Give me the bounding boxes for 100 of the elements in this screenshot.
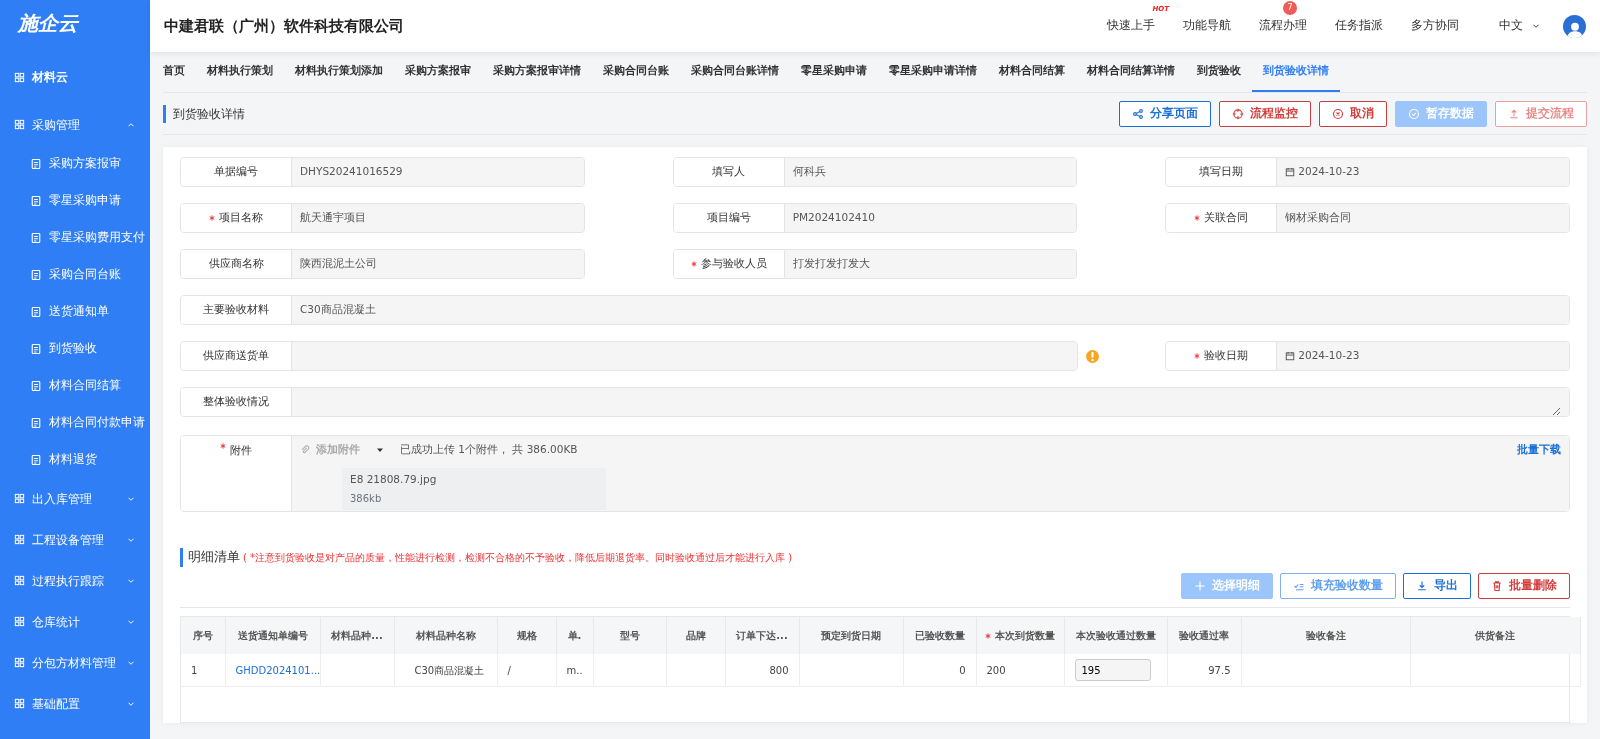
table-link[interactable]: GHDD2024101... <box>235 664 321 676</box>
avatar-icon[interactable] <box>1563 14 1586 38</box>
nav-link[interactable]: 流程办理 <box>1259 18 1307 33</box>
form-field[interactable]: 参与验收人员 打发打发打发大 <box>672 249 1078 279</box>
table-cell: 97.5 <box>1167 653 1241 687</box>
action-button[interactable]: 导出 <box>1403 572 1471 599</box>
menu-group[interactable]: 仓库统计 <box>0 601 150 642</box>
column-header: 品牌 <box>685 629 706 641</box>
grid-icon <box>14 616 25 627</box>
menu-item[interactable]: 采购合同台账 <box>0 256 150 293</box>
nav-link[interactable]: 快速上手 <box>1107 18 1155 33</box>
field-label: 主要验收材料 <box>203 301 269 318</box>
form-field[interactable]: 关联合同 钢材采购合同 <box>1165 203 1570 233</box>
upload-icon <box>1508 107 1520 120</box>
action-button[interactable]: 批量删除 <box>1478 572 1570 599</box>
check-circle-icon <box>1408 107 1420 120</box>
section-title: 明细清单 <box>188 548 240 566</box>
form-field[interactable]: 供应商名称 陕西混泥土公司 <box>180 249 585 279</box>
column-header: 材料品种... <box>331 629 383 641</box>
share-icon <box>1132 107 1144 120</box>
field-label: 项目名称 <box>219 209 263 226</box>
tab[interactable]: 采购合同台账详情 <box>680 52 790 92</box>
menu-item[interactable]: 材料退货 <box>0 441 150 478</box>
tab[interactable]: 零星采购申请 <box>790 52 878 92</box>
form-field[interactable]: 整体验收情况 <box>180 387 1570 417</box>
tab[interactable]: 材料执行策划 <box>196 52 284 92</box>
tab[interactable]: 采购方案报审 <box>394 52 482 92</box>
tab[interactable]: 材料合同结算详情 <box>1076 52 1186 92</box>
tab[interactable]: 采购方案报审详情 <box>482 52 592 92</box>
form-field[interactable]: 单据编号 DHYS20241016529 <box>180 157 585 187</box>
table-cell: 0 <box>903 653 976 687</box>
grid-icon <box>14 119 25 130</box>
document-icon <box>30 379 42 392</box>
paperclip-icon <box>300 444 311 456</box>
table-cell: C30商品混凝土 <box>394 653 497 687</box>
grid-icon <box>14 698 25 709</box>
menu-item[interactable]: 送货通知单 <box>0 293 150 330</box>
table-cell: m.. <box>556 653 593 687</box>
resize-handle-icon[interactable] <box>1552 407 1561 416</box>
column-header: 材料品种名称 <box>415 629 476 641</box>
batch-download-link[interactable]: 批量下载 <box>1517 442 1561 458</box>
file-item[interactable]: E8 21808.79.jpg 386kb <box>342 467 606 511</box>
form-field[interactable]: 填写人 何科兵 <box>672 157 1078 187</box>
menu-group[interactable]: 分包方材料管理 <box>0 642 150 683</box>
download-icon <box>1416 579 1428 592</box>
menu-group[interactable]: 过程执行跟踪 <box>0 560 150 601</box>
menu-item[interactable]: 采购方案报审 <box>0 145 150 182</box>
field-label: 项目编号 <box>706 209 751 226</box>
nav-link[interactable]: 多方协同 <box>1411 18 1459 33</box>
nav-link[interactable]: 任务指派 <box>1335 18 1383 33</box>
form-field[interactable]: 供应商送货单 <box>180 341 1079 371</box>
column-header: 送货通知单编号 <box>237 629 308 641</box>
tab[interactable]: 首页 <box>163 52 196 92</box>
column-header: 已验收数量 <box>914 629 965 641</box>
action-button[interactable]: 流程监控 <box>1219 100 1311 127</box>
trash-icon <box>1491 579 1503 592</box>
grid-icon <box>14 71 25 83</box>
crosshair-icon <box>1232 107 1244 120</box>
document-icon <box>30 342 42 355</box>
table-cell: 200 <box>976 653 1064 687</box>
menu-item[interactable]: 到货验收 <box>0 330 150 367</box>
menu-group[interactable]: 出入库管理 <box>0 478 150 519</box>
menu-item[interactable]: 材料合同付款申请 <box>0 404 150 441</box>
document-icon <box>30 305 42 318</box>
plus-icon <box>1194 579 1206 592</box>
field-label: 关联合同 <box>1204 209 1249 226</box>
tab[interactable]: 材料执行策划添加 <box>284 52 394 92</box>
grid-icon <box>14 493 25 504</box>
field-label: 附件 <box>230 443 252 459</box>
column-header: 供货备注 <box>1475 629 1515 641</box>
tab[interactable]: 材料合同结算 <box>988 52 1076 92</box>
menu-group[interactable]: 采购管理 <box>0 104 150 145</box>
form-field[interactable]: 验收日期 2024-10-23 <box>1165 341 1570 371</box>
calendar-icon <box>1285 167 1296 177</box>
field-label: 整体验收情况 <box>203 393 269 410</box>
menu-item[interactable]: 材料合同结算 <box>0 367 150 404</box>
nav-link[interactable]: 功能导航 <box>1183 18 1231 33</box>
quantity-input[interactable]: 195 <box>1074 659 1151 681</box>
menu-item[interactable]: 零星采购费用支付 <box>0 219 150 256</box>
form-field[interactable]: 项目名称 航天通宇项目 <box>180 203 585 233</box>
tab[interactable]: 到货验收 <box>1186 52 1252 92</box>
action-button[interactable]: 分享页面 <box>1119 100 1211 127</box>
document-icon <box>30 157 42 170</box>
menu-item[interactable]: 材料云 <box>32 68 68 86</box>
menu-group[interactable]: 工程设备管理 <box>0 519 150 560</box>
tab[interactable]: 零星采购申请详情 <box>878 52 988 92</box>
field-label: 参与验收人员 <box>700 255 767 272</box>
menu-item[interactable]: 零星采购申请 <box>0 182 150 219</box>
form-field[interactable]: 填写日期 2024-10-23 <box>1165 157 1570 187</box>
tab[interactable]: 采购合同台账 <box>592 52 680 92</box>
form-field[interactable]: 项目编号 PM2024102410 <box>672 203 1078 233</box>
action-button[interactable]: 取消 <box>1319 100 1387 127</box>
column-header: 序号 <box>192 629 213 641</box>
field-label: 填写日期 <box>1199 163 1244 180</box>
tab[interactable]: 到货验收详情 <box>1252 52 1340 92</box>
language-dropdown[interactable]: 中文 <box>1499 17 1541 35</box>
form-field[interactable]: 主要验收材料 C30商品混凝土 <box>180 295 1570 325</box>
menu-group[interactable]: 基础配置 <box>0 683 150 724</box>
grid-icon <box>14 575 25 586</box>
note-text: ( *注意到货验收是对产品的质量，性能进行检测，检测不合格的不予验收，降低后期退货率。同时验收通过后才能进行入库 ) <box>243 551 793 565</box>
